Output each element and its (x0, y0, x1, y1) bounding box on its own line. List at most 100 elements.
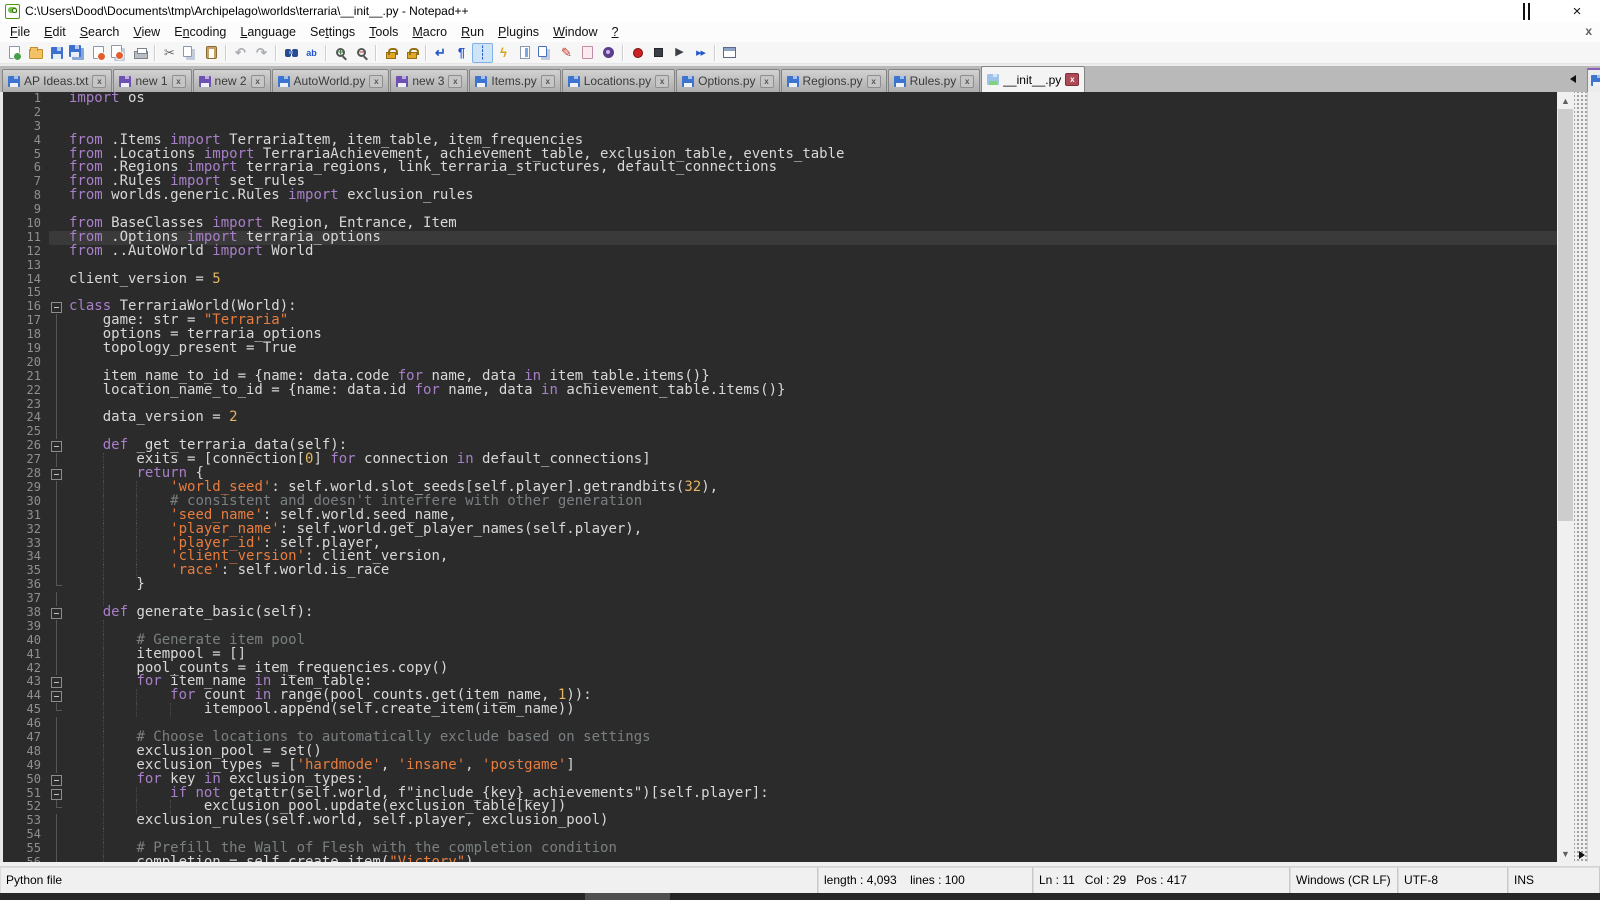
fold-collapse-icon[interactable] (49, 773, 65, 787)
code-line[interactable]: 27 exits = [connection[0] for connection… (3, 453, 1557, 467)
tab-close-icon[interactable]: x (867, 75, 881, 88)
scroll-down-icon[interactable]: ▼ (1557, 845, 1574, 862)
open-file-icon[interactable] (25, 43, 46, 63)
document-list-icon[interactable] (535, 43, 556, 63)
run-macro-multiple-times-icon[interactable]: ▶▶ (690, 43, 711, 63)
close-button[interactable]: × (1554, 0, 1600, 22)
code-line[interactable]: 38 def generate_basic(self): (3, 606, 1557, 620)
code-editor[interactable]: 1import os234from .Items import Terraria… (0, 92, 1557, 862)
fold-collapse-icon[interactable] (49, 606, 65, 620)
edit-marker-icon[interactable]: ✎ (556, 43, 577, 63)
tab-close-icon[interactable]: x (541, 75, 555, 88)
fold-collapse-icon[interactable] (49, 439, 65, 453)
tab-new-2[interactable]: new 2x (193, 69, 271, 92)
menu-encoding[interactable]: Encoding (167, 24, 233, 40)
menu-macro[interactable]: Macro (405, 24, 454, 40)
code-line[interactable]: 14client_version = 5 (3, 273, 1557, 287)
menu-view[interactable]: View (126, 24, 167, 40)
menu-window[interactable]: Window (546, 24, 604, 40)
find-icon[interactable] (280, 43, 301, 63)
tab-ap-ideas-txt[interactable]: AP Ideas.txtx (2, 69, 112, 92)
fold-collapse-icon[interactable] (49, 689, 65, 703)
show-all-characters-icon[interactable]: ¶ (451, 43, 472, 63)
menu-plugins[interactable]: Plugins (491, 24, 546, 40)
code-line[interactable]: 8from worlds.generic.Rules import exclus… (3, 189, 1557, 203)
code-line[interactable]: 36 } (3, 578, 1557, 592)
second-view-partial-tab[interactable] (1587, 68, 1600, 92)
view-splitter[interactable] (1574, 92, 1587, 862)
menu-file[interactable]: File (3, 24, 37, 40)
fold-collapse-icon[interactable] (49, 787, 65, 801)
sync-horizontal-scroll-icon[interactable] (401, 43, 422, 63)
code-line[interactable]: 35 'race': self.world.is_race (3, 564, 1557, 578)
code-line[interactable]: 53 exclusion_rules(self.world, self.play… (3, 814, 1557, 828)
tab-close-icon[interactable]: x (92, 75, 106, 88)
minimize-button[interactable] (1462, 0, 1508, 22)
menu-search[interactable]: Search (73, 24, 127, 40)
save-recorded-macro-icon[interactable] (719, 43, 740, 63)
scroll-up-icon[interactable]: ▲ (1557, 92, 1574, 109)
playback-macro-icon[interactable]: ▶ (669, 43, 690, 63)
new-file-icon[interactable] (4, 43, 25, 63)
code-line[interactable]: 1import os (3, 92, 1557, 106)
close-file-icon[interactable] (88, 43, 109, 63)
tab-close-icon[interactable]: x (1065, 73, 1079, 86)
close-all-icon[interactable] (109, 43, 130, 63)
code-line[interactable]: 2 (3, 106, 1557, 120)
tab-scroll-left-icon[interactable] (1570, 75, 1576, 83)
menu-language[interactable]: Language (233, 24, 303, 40)
tab-close-icon[interactable]: x (448, 75, 462, 88)
project-panel-icon[interactable] (577, 43, 598, 63)
tab-close-icon[interactable]: x (251, 75, 265, 88)
tab-close-icon[interactable]: x (172, 75, 186, 88)
sync-vertical-scroll-icon[interactable] (380, 43, 401, 63)
code-line[interactable]: 19 topology_present = True (3, 342, 1557, 356)
tab-new-1[interactable]: new 1x (113, 69, 191, 92)
cut-icon[interactable]: ✂ (159, 43, 180, 63)
show-indent-guide-icon[interactable]: ┊ (472, 43, 493, 63)
copy-icon[interactable] (180, 43, 201, 63)
save-all-icon[interactable] (67, 43, 88, 63)
tab-options-py[interactable]: Options.pyx (676, 69, 779, 92)
save-file-icon[interactable] (46, 43, 67, 63)
tab-close-icon[interactable]: x (655, 75, 669, 88)
code-line[interactable]: 56 completion = self.create_item("Victor… (3, 856, 1557, 862)
undo-icon[interactable]: ↶ (230, 43, 251, 63)
tab-items-py[interactable]: Items.pyx (469, 69, 560, 92)
code-line[interactable]: 12from ..AutoWorld import World (3, 245, 1557, 259)
menu-tools[interactable]: Tools (362, 24, 405, 40)
menu-settings[interactable]: Settings (303, 24, 362, 40)
tab-new-3[interactable]: new 3x (390, 69, 468, 92)
replace-icon[interactable]: ab (301, 43, 322, 63)
document-map-icon[interactable] (514, 43, 535, 63)
tab-locations-py[interactable]: Locations.pyx (562, 69, 675, 92)
fold-collapse-icon[interactable] (49, 467, 65, 481)
function-list-icon[interactable]: ϟ (493, 43, 514, 63)
fold-collapse-icon[interactable] (49, 675, 65, 689)
code-line[interactable]: 24 data_version = 2 (3, 411, 1557, 425)
tab-regions-py[interactable]: Regions.pyx (781, 69, 887, 92)
record-macro-icon[interactable] (627, 43, 648, 63)
stop-recording-icon[interactable] (648, 43, 669, 63)
maximize-button[interactable] (1508, 0, 1554, 22)
word-wrap-icon[interactable]: ↵ (430, 43, 451, 63)
tab-autoworld-py[interactable]: AutoWorld.pyx (272, 69, 390, 92)
zoom-out-icon[interactable]: − (351, 43, 372, 63)
tab--init-py[interactable]: __init__.pyx (981, 66, 1085, 92)
zoom-in-icon[interactable]: + (330, 43, 351, 63)
vertical-scrollbar[interactable]: ▲ ▼ (1557, 92, 1574, 862)
tab-close-icon[interactable]: x (960, 75, 974, 88)
menu-close-icon[interactable]: x (1585, 24, 1592, 38)
menu-help[interactable]: ? (605, 24, 626, 40)
monitoring-icon[interactable] (598, 43, 619, 63)
redo-icon[interactable]: ↷ (251, 43, 272, 63)
paste-icon[interactable] (201, 43, 222, 63)
scrollbar-thumb[interactable] (1558, 109, 1573, 521)
code-line[interactable]: 45 itempool.append(self.create_item(item… (3, 703, 1557, 717)
fold-collapse-icon[interactable] (49, 300, 65, 314)
code-line[interactable]: 13 (3, 259, 1557, 273)
print-icon[interactable] (130, 43, 151, 63)
menu-edit[interactable]: Edit (37, 24, 73, 40)
tab-close-icon[interactable]: x (369, 75, 383, 88)
splitter-arrow-icon[interactable] (1579, 851, 1585, 859)
